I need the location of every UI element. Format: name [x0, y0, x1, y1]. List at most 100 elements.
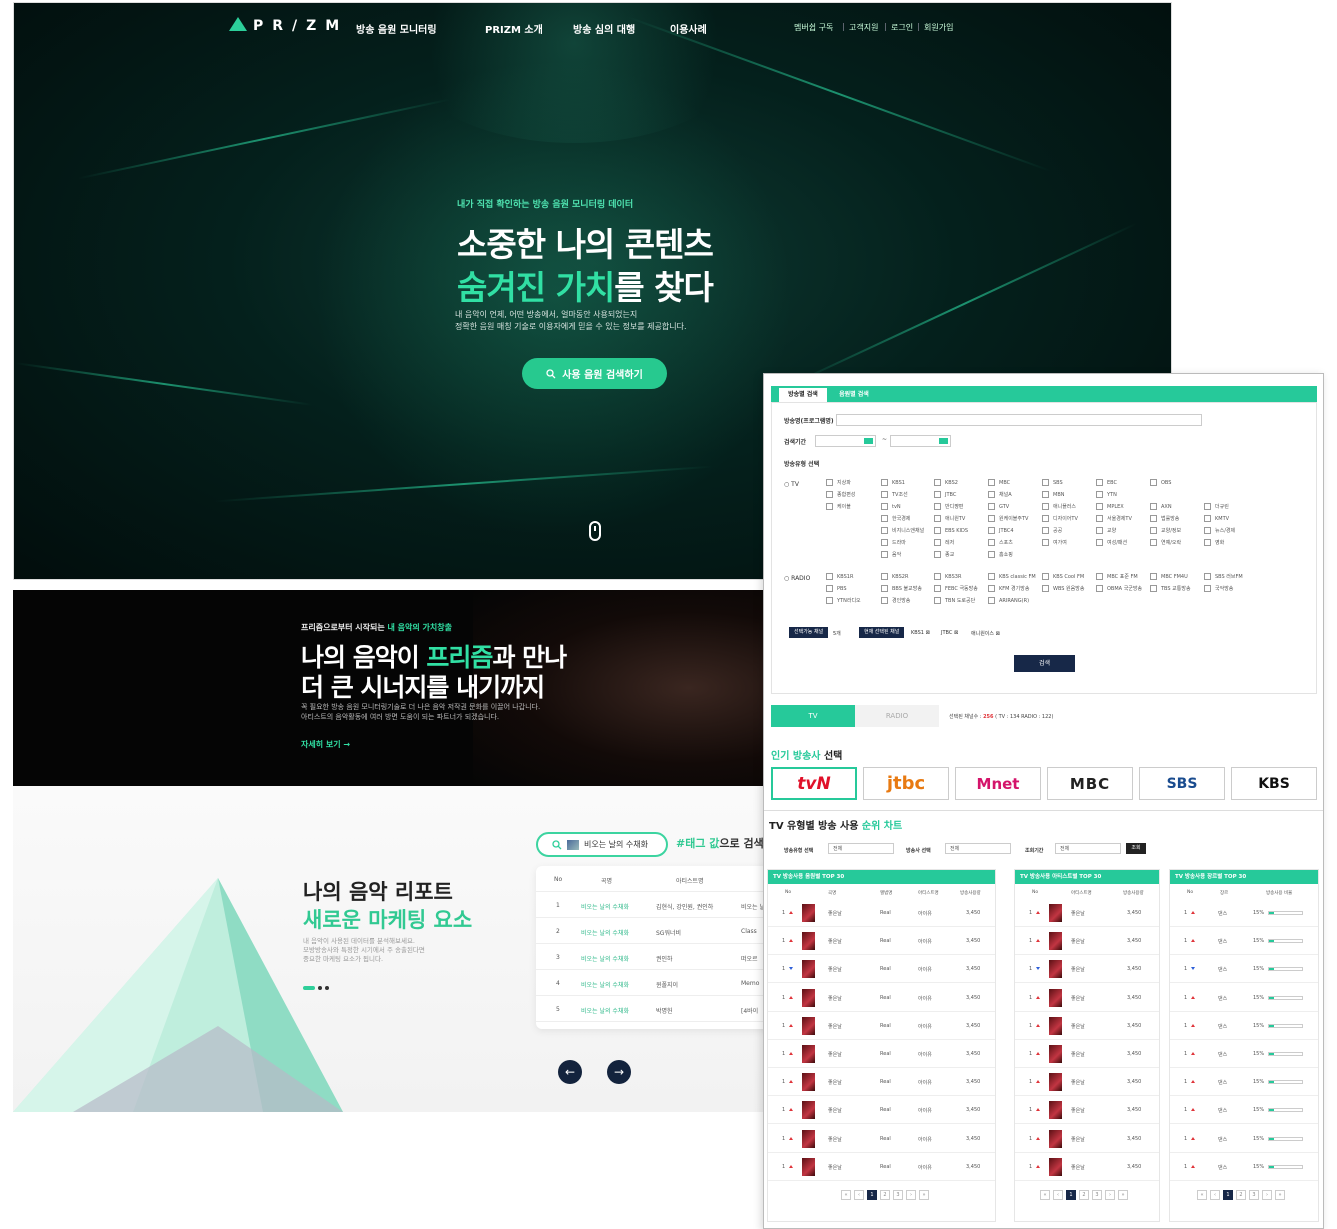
chart-row[interactable]: 1 댄스 15%: [1170, 1068, 1318, 1097]
radio-tab[interactable]: RADIO: [855, 705, 939, 727]
tv-channel-checkbox[interactable]: 종교: [934, 551, 954, 558]
chart-row[interactable]: 1 좋은날 3,450: [1015, 1153, 1159, 1181]
chart-row[interactable]: 1 댄스 15%: [1170, 1153, 1318, 1181]
checkbox-icon[interactable]: [1204, 527, 1211, 534]
radio-channel-checkbox[interactable]: KBS2R: [881, 573, 908, 580]
tv-channel-checkbox[interactable]: 연예/오락: [1150, 539, 1181, 546]
checkbox-icon[interactable]: [881, 515, 888, 522]
page-button[interactable]: 3: [1249, 1190, 1259, 1200]
checkbox-icon[interactable]: [881, 479, 888, 486]
row-song[interactable]: 비오는 날의 수채화: [581, 928, 629, 937]
chart-row[interactable]: 1 좋은날 Real 아이유 3,450: [768, 927, 995, 956]
tv-channel-checkbox[interactable]: 원케이블주TV: [988, 515, 1028, 522]
tv-channel-checkbox[interactable]: 홈쇼핑: [988, 551, 1013, 558]
tv-channel-checkbox[interactable]: YTN: [1096, 491, 1117, 498]
checkbox-icon[interactable]: [988, 479, 995, 486]
chart-row[interactable]: 1 좋은날 Real 아이유 3,450: [768, 1096, 995, 1125]
brand-kbs[interactable]: KBS: [1231, 767, 1317, 800]
tv-channel-checkbox[interactable]: 드라마: [881, 539, 906, 546]
chart-row[interactable]: 1 좋은날 Real 아이유 3,450: [768, 1040, 995, 1068]
checkbox-icon[interactable]: [988, 573, 995, 580]
tv-channel-checkbox[interactable]: SBS: [1042, 479, 1063, 486]
page-button[interactable]: «: [1197, 1190, 1207, 1200]
tv-channel-checkbox[interactable]: 공공: [1042, 527, 1062, 534]
radio-channel-checkbox[interactable]: WBS 원음방송: [1042, 585, 1084, 592]
radio-channel-checkbox[interactable]: OBMA 국군방송: [1096, 585, 1142, 592]
checkbox-icon[interactable]: [934, 491, 941, 498]
checkbox-icon[interactable]: [1042, 539, 1049, 546]
chart-row[interactable]: 1 좋은날 Real 아이유 3,450: [768, 899, 995, 927]
checkbox-icon[interactable]: [1096, 503, 1103, 510]
chart-row[interactable]: 1 좋은날 3,450: [1015, 899, 1159, 927]
checkbox-icon[interactable]: [881, 597, 888, 604]
checkbox-icon[interactable]: [1096, 573, 1103, 580]
page-button[interactable]: 1: [1066, 1190, 1076, 1200]
checkbox-icon[interactable]: [826, 503, 833, 510]
tv-channel-checkbox[interactable]: 비지니스앤채널: [881, 527, 924, 534]
nav-monitoring[interactable]: 방송 음원 모니터링: [356, 21, 437, 36]
chart-row[interactable]: 1 좋은날 3,450: [1015, 927, 1159, 956]
radio-channel-checkbox[interactable]: SBS 러브FM: [1204, 573, 1243, 580]
tv-type-checkbox[interactable]: 케이블: [826, 503, 851, 510]
brand-sbs[interactable]: SBS: [1139, 767, 1225, 800]
tv-channel-checkbox[interactable]: 교양: [1096, 527, 1116, 534]
tv-channel-checkbox[interactable]: MBN: [1042, 491, 1064, 498]
checkbox-icon[interactable]: [1150, 573, 1157, 580]
radio-channel-checkbox[interactable]: KBS classic FM: [988, 573, 1036, 580]
calendar-icon[interactable]: [939, 438, 948, 444]
checkbox-icon[interactable]: [1096, 491, 1103, 498]
dot[interactable]: [325, 986, 329, 990]
checkbox-icon[interactable]: [1096, 539, 1103, 546]
tv-channel-checkbox[interactable]: KMTV: [1204, 515, 1229, 522]
brand-jtbc[interactable]: jtbc: [863, 767, 949, 800]
tv-channel-checkbox[interactable]: MBC: [988, 479, 1010, 486]
chart-row[interactable]: 1 좋은날 3,450: [1015, 1040, 1159, 1068]
search-music-button[interactable]: 사용 음원 검색하기: [522, 358, 667, 389]
link-support[interactable]: 고객지원: [849, 22, 878, 33]
checkbox-icon[interactable]: [988, 551, 995, 558]
chart-row[interactable]: 1 댄스 15%: [1170, 1125, 1318, 1153]
tag-search-box[interactable]: 비오는 날의 수채화: [536, 832, 668, 857]
tv-channel-checkbox[interactable]: 더규린: [1204, 503, 1229, 510]
chart-row[interactable]: 1 좋은날 Real 아이유 3,450: [768, 1153, 995, 1181]
tv-channel-checkbox[interactable]: 교양/정보: [1150, 527, 1181, 534]
chart-row[interactable]: 1 댄스 15%: [1170, 899, 1318, 927]
dot[interactable]: [318, 986, 322, 990]
radio-channel-checkbox[interactable]: ARIRANG(R): [988, 597, 1029, 604]
checkbox-icon[interactable]: [1150, 539, 1157, 546]
tv-channel-checkbox[interactable]: EBS KIDS: [934, 527, 968, 534]
tv-channel-checkbox[interactable]: 법률방송: [1150, 515, 1179, 522]
tv-channel-checkbox[interactable]: TV조선: [881, 491, 908, 498]
chart-row[interactable]: 1 댄스 15%: [1170, 1040, 1318, 1068]
checkbox-icon[interactable]: [1042, 585, 1049, 592]
radio-channel-checkbox[interactable]: KBS3R: [934, 573, 961, 580]
tv-type-checkbox[interactable]: 종합편성: [826, 491, 855, 498]
radio-channel-checkbox[interactable]: YTN라디오: [826, 597, 861, 604]
tv-channel-checkbox[interactable]: 뉴스/경제: [1204, 527, 1235, 534]
checkbox-icon[interactable]: [934, 597, 941, 604]
filter-type-select[interactable]: 전체: [828, 843, 894, 854]
chart-row[interactable]: 1 댄스 15%: [1170, 927, 1318, 956]
radio-channel-checkbox[interactable]: KBS Cool FM: [1042, 573, 1084, 580]
page-button[interactable]: 1: [867, 1190, 877, 1200]
page-button[interactable]: ‹: [1053, 1190, 1063, 1200]
checkbox-icon[interactable]: [881, 491, 888, 498]
checkbox-icon[interactable]: [1096, 479, 1103, 486]
chart-row[interactable]: 1 좋은날 3,450: [1015, 984, 1159, 1012]
checkbox-icon[interactable]: [881, 503, 888, 510]
tv-channel-checkbox[interactable]: KBS2: [934, 479, 958, 486]
tv-channel-checkbox[interactable]: 영화: [1204, 539, 1224, 546]
checkbox-icon[interactable]: [988, 491, 995, 498]
page-button[interactable]: 1: [1223, 1190, 1233, 1200]
tv-channel-checkbox[interactable]: 채널A: [988, 491, 1012, 498]
tv-channel-checkbox[interactable]: JTBC4: [988, 527, 1014, 534]
tv-type-checkbox[interactable]: 지상파: [826, 479, 851, 486]
radio-channel-checkbox[interactable]: BBS 불교방송: [881, 585, 922, 592]
checkbox-icon[interactable]: [934, 503, 941, 510]
tv-tab[interactable]: TV: [771, 705, 855, 727]
tv-channel-checkbox[interactable]: JTBC: [934, 491, 956, 498]
selected-jtbc[interactable]: JTBC ⊠: [941, 630, 958, 636]
checkbox-icon[interactable]: [1204, 539, 1211, 546]
selected-kbs1[interactable]: KBS1 ⊠: [911, 630, 930, 636]
tv-channel-checkbox[interactable]: AXN: [1150, 503, 1172, 510]
